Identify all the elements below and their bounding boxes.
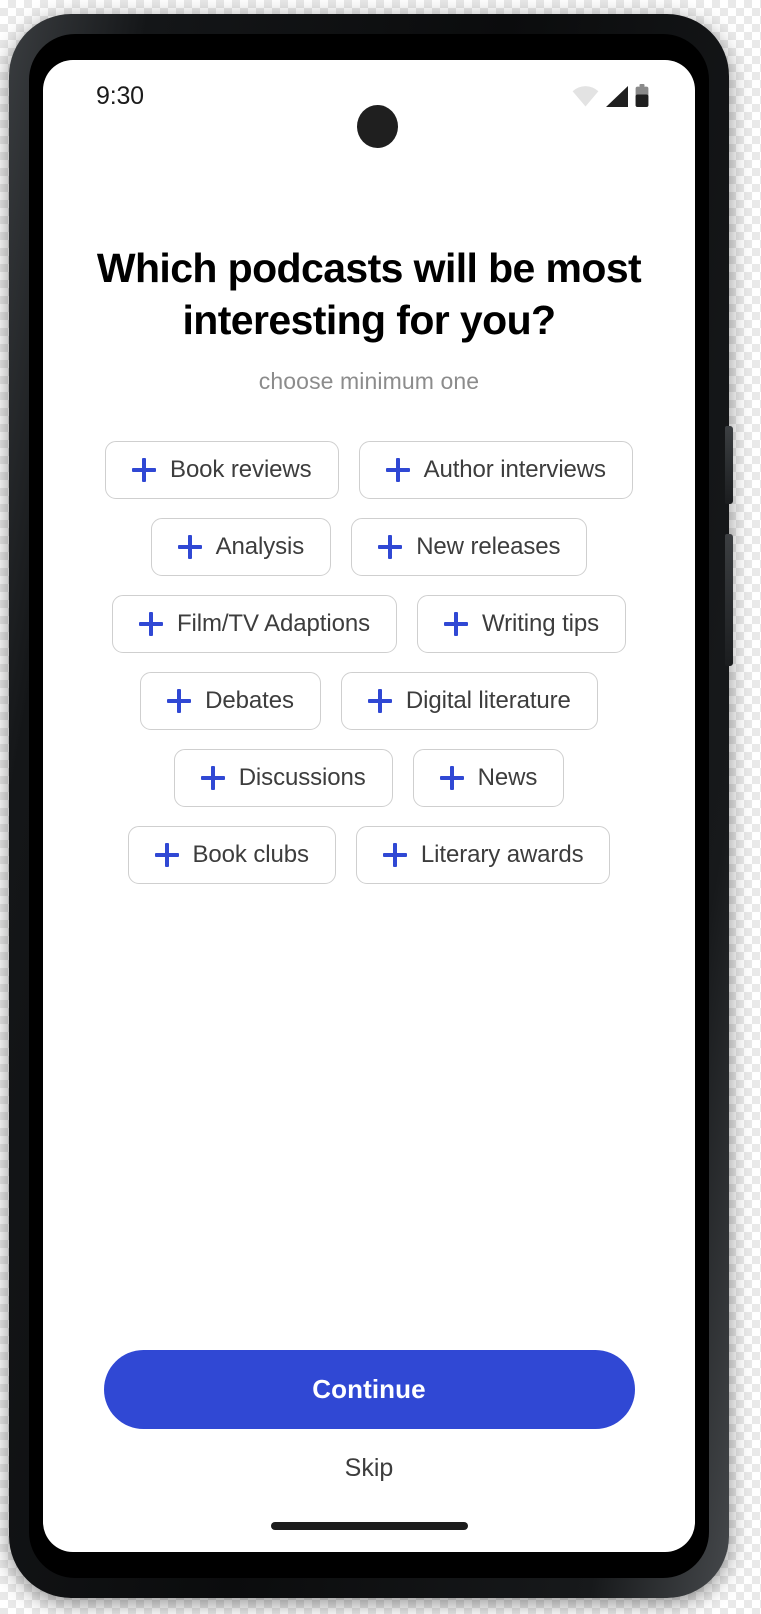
topic-chip-label: Author interviews <box>423 456 606 483</box>
plus-icon <box>378 535 403 559</box>
continue-button[interactable]: Continue <box>103 1350 635 1429</box>
topic-chip-grid: Book reviews Author interviews Analysis <box>43 395 695 884</box>
topic-chip-film-tv-adaptions[interactable]: Film/TV Adaptions <box>111 595 397 653</box>
topic-chip-analysis[interactable]: Analysis <box>150 518 332 576</box>
page-subtitle: choose minimum one <box>258 368 480 394</box>
chip-row: Discussions News <box>71 749 667 807</box>
topic-chip-author-interviews[interactable]: Author interviews <box>358 441 633 499</box>
plus-icon <box>177 535 202 559</box>
chip-row: Book clubs Literary awards <box>71 826 667 884</box>
power-button[interactable] <box>725 534 733 666</box>
onboarding-content: Which podcasts will be most interesting … <box>43 134 695 1552</box>
chip-row: Book reviews Author interviews <box>71 441 667 499</box>
chip-row: Debates Digital literature <box>71 672 667 730</box>
plus-icon <box>167 689 192 713</box>
topic-chip-book-reviews[interactable]: Book reviews <box>105 441 339 499</box>
topic-chip-label: Book reviews <box>170 456 312 483</box>
topic-chip-label: News <box>477 764 538 791</box>
topic-chip-label: Discussions <box>238 764 366 791</box>
plus-icon <box>132 458 157 482</box>
battery-icon <box>635 84 649 107</box>
skip-button[interactable]: Skip <box>339 1453 400 1484</box>
plus-icon <box>439 766 464 790</box>
topic-chip-label: New releases <box>416 533 561 560</box>
plus-icon <box>367 689 392 713</box>
topic-chip-debates[interactable]: Debates <box>140 672 321 730</box>
topic-chip-writing-tips[interactable]: Writing tips <box>416 595 627 653</box>
topic-chip-discussions[interactable]: Discussions <box>173 749 393 807</box>
topic-chip-label: Analysis <box>215 533 305 560</box>
topic-chip-label: Debates <box>205 687 294 714</box>
volume-button[interactable] <box>725 426 733 504</box>
cellular-signal-icon <box>606 86 628 107</box>
topic-chip-news[interactable]: News <box>412 749 565 807</box>
topic-chip-label: Writing tips <box>481 610 600 637</box>
gesture-navigation-pill[interactable] <box>270 1522 468 1530</box>
status-time: 9:30 <box>96 82 144 110</box>
page-title: Which podcasts will be most interesting … <box>96 245 642 343</box>
plus-icon <box>200 766 225 790</box>
bottom-actions: Continue Skip <box>43 1350 695 1552</box>
phone-device-frame: 9:30 Which podcasts will be most interes… <box>9 14 733 1598</box>
topic-chip-new-releases[interactable]: New releases <box>351 518 588 576</box>
status-icons <box>572 84 649 107</box>
phone-screen: 9:30 Which podcasts will be most interes… <box>43 60 695 1552</box>
plus-icon <box>443 612 468 636</box>
plus-icon <box>154 843 179 867</box>
plus-icon <box>385 458 410 482</box>
topic-chip-label: Digital literature <box>405 687 571 714</box>
topic-chip-label: Book clubs <box>192 841 310 868</box>
wifi-icon <box>572 86 599 107</box>
topic-chip-digital-literature[interactable]: Digital literature <box>340 672 598 730</box>
topic-chip-label: Literary awards <box>420 841 584 868</box>
topic-chip-book-clubs[interactable]: Book clubs <box>127 826 336 884</box>
chip-row: Analysis New releases <box>71 518 667 576</box>
topic-chip-literary-awards[interactable]: Literary awards <box>355 826 611 884</box>
topic-chip-label: Film/TV Adaptions <box>176 610 370 637</box>
chip-row: Film/TV Adaptions Writing tips <box>71 595 667 653</box>
status-bar: 9:30 <box>43 60 695 148</box>
plus-icon <box>138 612 163 636</box>
plus-icon <box>382 843 407 867</box>
